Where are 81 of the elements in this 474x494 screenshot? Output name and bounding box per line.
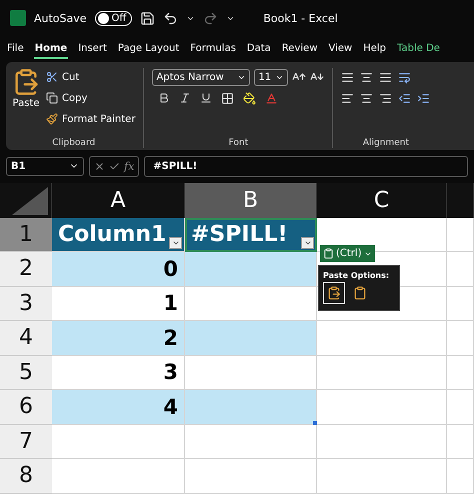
table-cell: 4: [52, 390, 185, 424]
table-cell: [447, 424, 474, 459]
ribbon-tab[interactable]: Home: [34, 40, 68, 58]
ribbon-tab[interactable]: Data: [246, 40, 272, 58]
row-header[interactable]: 5: [0, 356, 52, 390]
row-header[interactable]: 8: [0, 459, 52, 494]
name-box[interactable]: B1: [6, 156, 84, 176]
borders-icon[interactable]: [221, 92, 234, 104]
autosave-toggle[interactable]: Off: [94, 10, 132, 26]
column-header[interactable]: B: [185, 183, 317, 218]
font-name-field[interactable]: Aptos Narrow: [152, 68, 250, 86]
align-center-icon[interactable]: [360, 92, 374, 104]
save-icon[interactable]: [140, 10, 156, 26]
row-header[interactable]: 7: [0, 424, 52, 459]
ribbon-tab[interactable]: View: [328, 40, 354, 58]
paste-button[interactable]: Paste: [12, 68, 40, 138]
format-painter-button[interactable]: Format Painter: [46, 110, 136, 128]
align-middle-icon[interactable]: [360, 70, 374, 84]
column-header[interactable]: C: [317, 183, 447, 218]
autosave-label: AutoSave: [34, 12, 87, 24]
group-label: Clipboard: [51, 138, 96, 148]
redo-icon[interactable]: [203, 10, 218, 26]
table-cell: [447, 356, 474, 390]
clipboard-icon: [323, 248, 334, 259]
ribbon-tab[interactable]: Formulas: [189, 40, 237, 58]
paste-options-button[interactable]: (Ctrl): [320, 245, 375, 262]
scissors-icon[interactable]: [46, 71, 58, 83]
table-cell: 1: [52, 286, 185, 321]
underline-icon[interactable]: [200, 92, 212, 104]
paste-keep-formatting-icon[interactable]: [323, 282, 345, 304]
table-cell: 3: [52, 356, 185, 390]
row-header[interactable]: 4: [0, 321, 52, 356]
table-cell: Column1: [52, 218, 185, 252]
font-size-field[interactable]: 11: [254, 68, 288, 86]
bold-icon[interactable]: [158, 92, 170, 104]
font-color-icon[interactable]: [265, 92, 278, 104]
copy-icon[interactable]: [46, 92, 58, 104]
align-bottom-icon[interactable]: [379, 70, 392, 84]
paintbrush-icon[interactable]: [46, 113, 58, 125]
ribbon-tab[interactable]: File: [6, 40, 25, 58]
table-cell: [447, 252, 474, 286]
group-label: Font: [228, 138, 250, 148]
row-header[interactable]: 6: [0, 390, 52, 424]
align-top-icon[interactable]: [341, 70, 354, 84]
ribbon-tab[interactable]: Table De: [396, 40, 441, 58]
ribbon-tab[interactable]: Help: [362, 40, 388, 58]
align-right-icon[interactable]: [379, 92, 392, 104]
group-label: Alignment: [362, 138, 410, 148]
cut-button[interactable]: Cut: [46, 68, 136, 86]
align-left-icon[interactable]: [341, 92, 354, 104]
check-icon[interactable]: [109, 160, 120, 172]
row-header[interactable]: 3: [0, 286, 52, 321]
window-title: Book1 - Excel: [263, 12, 338, 24]
row-header[interactable]: 2: [0, 252, 52, 286]
row-header[interactable]: 1: [0, 218, 52, 252]
chevron-down-icon[interactable]: [172, 239, 180, 247]
table-cell: 0: [52, 252, 185, 286]
table-cell: 2: [52, 321, 185, 356]
ribbon-tab[interactable]: Page Layout: [116, 40, 180, 58]
fill-color-icon[interactable]: [243, 92, 256, 104]
popup-title: Paste Options:: [323, 270, 390, 281]
table-cell: [447, 459, 474, 494]
undo-icon[interactable]: [163, 10, 178, 26]
formula-field[interactable]: #SPILL!: [144, 156, 468, 176]
decrease-indent-icon[interactable]: [398, 92, 412, 104]
ribbon-tab[interactable]: Review: [280, 40, 318, 58]
select-all-corner[interactable]: [0, 183, 52, 218]
column-header[interactable]: A: [52, 183, 185, 218]
table-cell: [447, 321, 474, 356]
increase-indent-icon[interactable]: [417, 92, 430, 104]
copy-button[interactable]: Copy: [46, 89, 136, 107]
table-cell: #SPILL!: [185, 218, 317, 252]
orientation-icon[interactable]: [398, 70, 412, 84]
table-cell: [447, 218, 474, 252]
ribbon-tab[interactable]: Insert: [77, 40, 108, 58]
table-cell: [447, 286, 474, 321]
table-cell: [447, 390, 474, 424]
chevron-down-icon[interactable]: [304, 239, 312, 247]
formula-buttons[interactable]: fx: [89, 156, 140, 176]
italic-icon[interactable]: [179, 92, 192, 104]
cancel-icon[interactable]: [94, 160, 105, 172]
